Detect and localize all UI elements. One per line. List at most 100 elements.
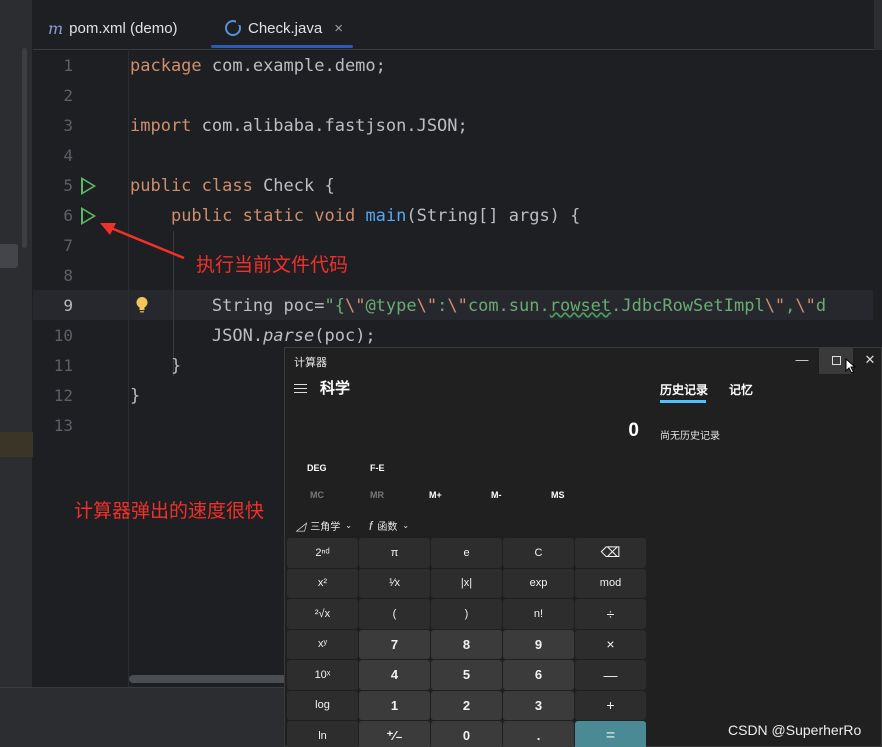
key-4[interactable]: 4 [359,660,430,690]
key-decimal[interactable]: . [503,721,574,747]
key-6[interactable]: 6 [503,660,574,690]
key-factorial[interactable]: n! [503,599,574,629]
m-minus-button[interactable]: M- [491,490,502,500]
key-exp[interactable]: exp [503,568,574,598]
backspace-icon[interactable]: ⌫ [575,538,646,568]
key-9[interactable]: 9 [503,629,574,659]
key-log[interactable]: log [287,690,358,720]
calculator-window[interactable]: 计算器 — ✕ 科学 历史记录 记忆 尚无历史记录 0 DEG F-E MC M… [284,347,882,747]
key-1[interactable]: 1 [359,690,430,720]
annotation-arrow-icon [100,223,185,260]
line-number: 11 [53,356,73,375]
key-3[interactable]: 3 [503,690,574,720]
annotation-calc-speed: 计算器弹出的速度很快 [74,500,265,522]
plus-icon[interactable]: + [575,690,646,720]
tab-pom-xml[interactable]: m pom.xml (demo) [48,14,178,42]
calculator-display: 0 [628,420,639,441]
key-7[interactable]: 7 [359,629,430,659]
tabbar-edge [874,0,882,50]
key-open-paren[interactable]: ( [359,599,430,629]
panel-scrollbar[interactable] [22,48,27,248]
key-0[interactable]: 0 [431,721,502,747]
code-line: 4 [33,141,873,171]
run-main-icon[interactable] [81,207,96,225]
fe-button[interactable]: F-E [370,463,385,473]
close-button[interactable]: ✕ [853,348,882,374]
line-number: 1 [63,56,73,75]
key-abs[interactable]: |x| [431,568,502,598]
code-text: } [130,356,182,376]
m-plus-button[interactable]: M+ [429,490,442,500]
key-close-paren[interactable]: ) [431,599,502,629]
divide-icon[interactable]: ÷ [575,599,646,629]
line-number: 7 [63,236,73,255]
code-text: package com.example.demo; [130,56,386,76]
tab-check-java[interactable]: Check.java × [225,14,343,42]
code-text: } [130,386,141,406]
multiply-icon[interactable]: × [575,629,646,659]
trig-dropdown[interactable]: ◿ 三角学 ⌄ [296,518,352,534]
key-mod[interactable]: mod [575,568,646,598]
chevron-down-icon: ⌄ [345,521,352,530]
function-dropdown[interactable]: f 函数 ⌄ [369,518,410,534]
panel-selection-marker [0,244,18,268]
line-number: 5 [63,176,73,195]
tab-label: Check.java [248,19,323,37]
code-line: 1 package com.example.demo; [33,51,873,81]
key-8[interactable]: 8 [431,629,502,659]
annotation-run-hint: 执行当前文件代码 [196,254,349,276]
trig-label: 三角学 [310,522,341,533]
maven-m-icon: m [48,18,64,38]
mr-button[interactable]: MR [370,490,384,500]
function-label: 函数 [377,522,398,533]
chevron-down-icon: ⌄ [402,521,410,530]
code-line: 8 [33,261,873,291]
menu-icon[interactable] [294,381,307,396]
equals-button[interactable]: = [575,721,646,747]
code-line: 2 [33,81,873,111]
key-ten-power[interactable]: 10ˣ [287,660,358,690]
close-icon[interactable]: × [334,20,343,37]
mc-button[interactable]: MC [310,490,324,500]
triangle-icon: ◿ [296,518,306,533]
tab-history[interactable]: 历史记录 [660,381,708,398]
key-power[interactable]: xʸ [287,629,358,659]
active-tab-indicator [211,45,353,48]
key-5[interactable]: 5 [431,660,502,690]
project-panel-strip [0,0,33,747]
tab-memory[interactable]: 记忆 [729,381,753,398]
line-number: 2 [63,86,73,105]
line-number: 13 [53,416,73,435]
code-line: 5 public class Check { [33,171,873,201]
function-icon: f [369,518,373,533]
line-number: 3 [63,116,73,135]
run-class-icon[interactable] [81,177,96,195]
key-reciprocal[interactable]: ¹⁄x [359,568,430,598]
key-square[interactable]: x² [287,568,358,598]
line-number: 12 [53,386,73,405]
key-2nd[interactable]: 2ⁿᵈ [287,538,358,568]
key-negate[interactable]: ⁺⁄₋ [359,721,430,747]
ms-button[interactable]: MS [551,490,565,500]
maximize-icon [831,356,841,366]
key-sqrt[interactable]: ²√x [287,599,358,629]
code-text: import com.alibaba.fastjson.JSON; [130,116,468,136]
lightbulb-icon[interactable] [135,296,149,314]
key-pi[interactable]: π [359,538,430,568]
minus-icon[interactable]: — [575,660,646,690]
mode-title: 科学 [320,380,351,397]
line-number: 10 [53,326,73,345]
java-class-icon [225,19,242,36]
code-text: String poc="{\"@type\":\"com.sun.rowset.… [130,296,827,316]
editor-tab-bar: m pom.xml (demo) Check.java × [33,0,882,50]
key-2[interactable]: 2 [431,690,502,720]
code-line: 9 String poc="{\"@type\":\"com.sun.rowse… [33,291,873,321]
key-e[interactable]: e [431,538,502,568]
keypad: 2ⁿᵈ π e C ⌫ x² ¹⁄x |x| exp mod ²√x ( ) n… [287,538,646,747]
angle-mode-button[interactable]: DEG [307,463,327,473]
minimize-button[interactable]: — [785,348,819,374]
code-text: public static void main(String[] args) { [170,206,581,226]
key-ln[interactable]: ln [287,721,358,747]
no-history-text: 尚无历史记录 [660,431,720,442]
key-clear[interactable]: C [503,538,574,568]
